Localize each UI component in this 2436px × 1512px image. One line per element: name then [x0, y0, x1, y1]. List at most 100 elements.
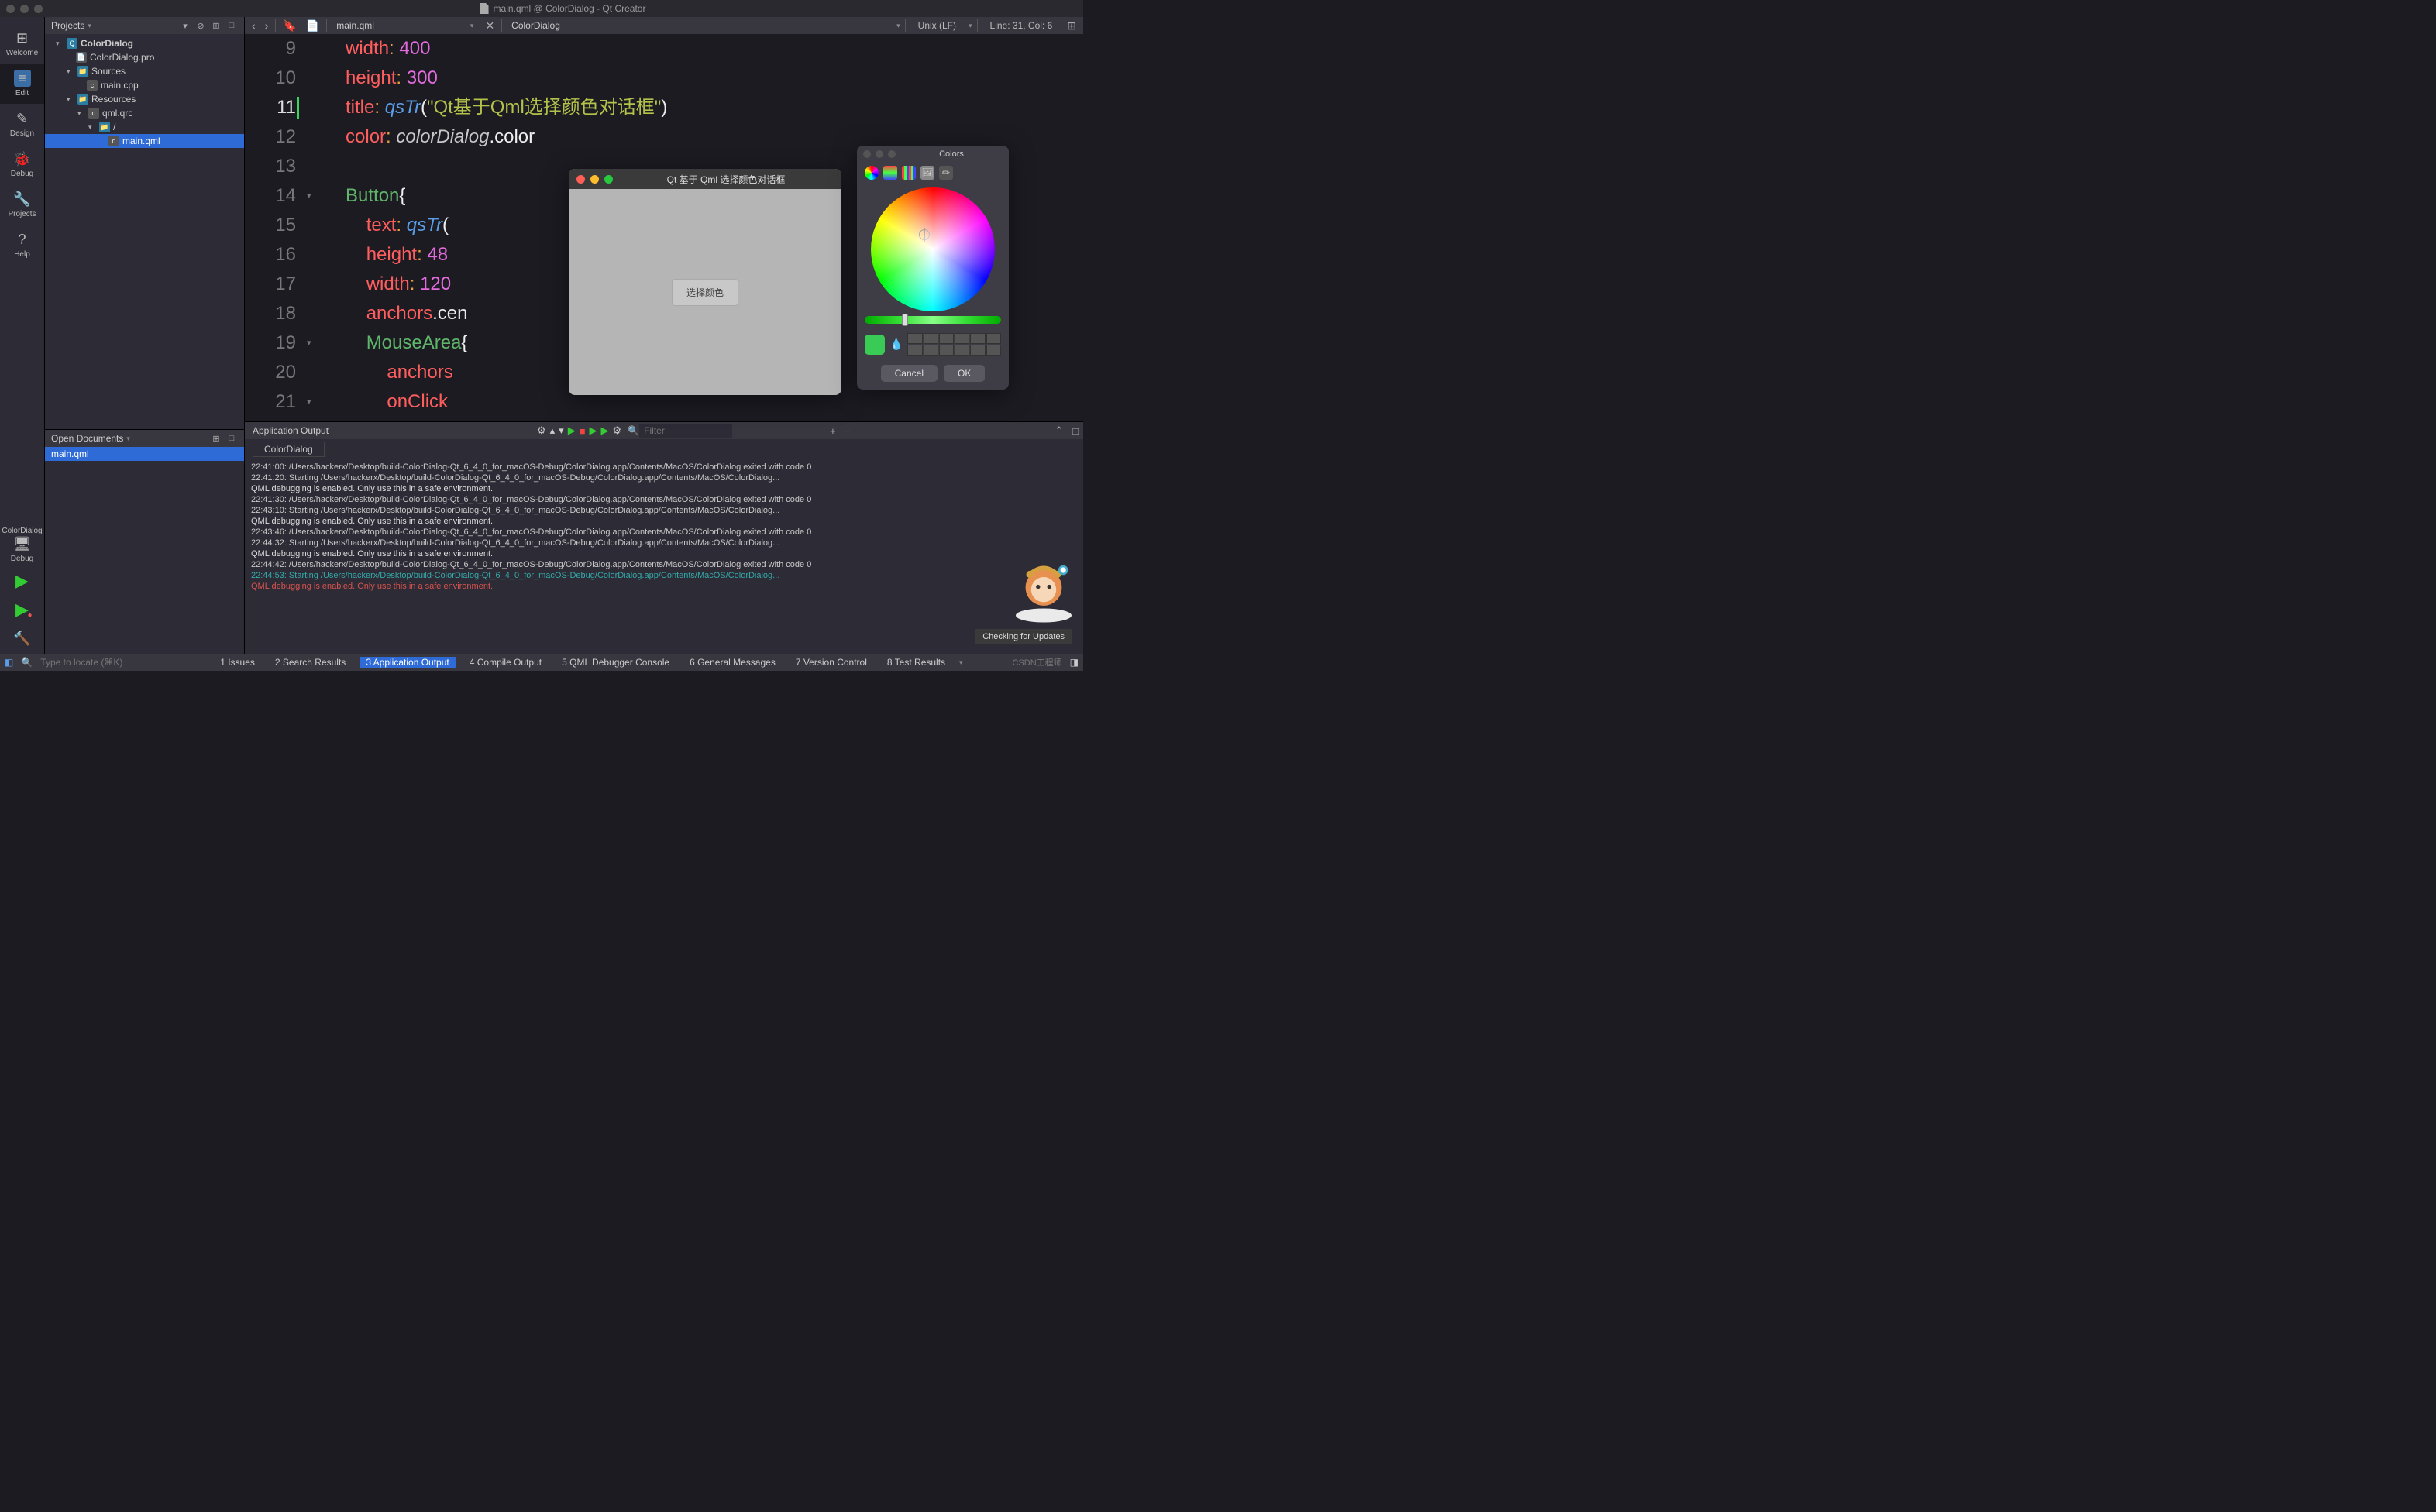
pencils-mode-icon[interactable]: ✏ [939, 166, 953, 180]
mode-design[interactable]: ✎Design [0, 104, 44, 144]
status-bar: ◧ 🔍 1 Issues 2 Search Results 3 Applicat… [0, 654, 1083, 671]
debug-run-button[interactable]: ▶● [0, 596, 44, 625]
status-tab-compile[interactable]: 4 Compile Output [463, 657, 548, 668]
close-output-icon[interactable]: □ [1068, 425, 1083, 437]
tree-slash[interactable]: ▾📁/ [45, 120, 244, 134]
brightness-slider[interactable] [865, 316, 1001, 324]
status-tab-tests[interactable]: 8 Test Results [881, 657, 951, 668]
status-tab-qml[interactable]: 5 QML Debugger Console [556, 657, 676, 668]
tree-mainqml[interactable]: qmain.qml [45, 134, 244, 148]
tree-sources[interactable]: ▾📁Sources [45, 64, 244, 78]
file-crumb[interactable]: main.qml▾ [332, 20, 478, 31]
close-icon[interactable]: □ [225, 432, 238, 445]
document-icon [480, 3, 489, 14]
output-filter[interactable] [639, 424, 732, 438]
sidebar-toggle-icon[interactable]: ◧ [5, 657, 13, 668]
symbol-crumb[interactable]: ColorDialog [507, 20, 565, 31]
mascot-icon [1009, 556, 1079, 626]
choose-color-button[interactable]: 选择颜色 [672, 279, 738, 306]
collapse-icon[interactable]: ⌃ [1050, 424, 1068, 437]
status-tab-general[interactable]: 6 General Messages [683, 657, 782, 668]
mode-edit[interactable]: ≡Edit [0, 64, 44, 104]
nav-back-icon[interactable]: ‹ [249, 19, 258, 32]
remove-output-icon[interactable]: − [841, 425, 856, 437]
wheel-mode-icon[interactable] [865, 166, 879, 180]
stop-icon[interactable]: ■ [580, 425, 586, 437]
zoom-icon[interactable] [604, 175, 613, 184]
close-file-icon[interactable]: ✕ [483, 19, 497, 33]
line-gutter: 910 1112 1314 1516 1718 1920 2122 [245, 34, 307, 438]
settings-icon[interactable]: ⚙ [537, 424, 546, 437]
fold-column[interactable]: ▾▾▾ [307, 34, 319, 438]
run-icon[interactable]: ▶ [568, 424, 576, 437]
color-wheel[interactable] [871, 187, 995, 311]
tree-qrc[interactable]: ▾qqml.qrc [45, 106, 244, 120]
status-tab-appout[interactable]: 3 Application Output [360, 657, 455, 668]
output-title: Application Output [245, 425, 336, 436]
projects-panel: Projects ▾ ▾ ⊘ ⊞ □ ▾QColorDialog 📄ColorD… [45, 17, 245, 446]
mode-debug[interactable]: 🐞Debug [0, 144, 44, 184]
sliders-mode-icon[interactable] [883, 166, 897, 180]
file-type-icon: 📄 [304, 19, 322, 33]
tree-maincpp[interactable]: cmain.cpp [45, 78, 244, 92]
line-ending[interactable]: Unix (LF) [910, 20, 964, 31]
minimize-icon[interactable] [590, 175, 599, 184]
panel-toggle-icon[interactable]: ◨ [1070, 657, 1079, 668]
up-icon[interactable]: ▴ [550, 424, 556, 437]
traffic-lights[interactable] [6, 5, 43, 13]
output-log[interactable]: 22:41:00: /Users/hackerx/Desktop/build-C… [245, 457, 1083, 654]
app-title: Qt 基于 Qml 选择颜色对话框 [618, 173, 834, 186]
color-picker-window[interactable]: Colors 🖼 ✏ 💧 Cancel OK [857, 146, 1009, 390]
cancel-button[interactable]: Cancel [881, 365, 938, 382]
open-docs-title: Open Documents [51, 433, 123, 444]
bookmark-icon[interactable]: 🔖 [280, 19, 298, 33]
status-tab-search[interactable]: 2 Search Results [269, 657, 352, 668]
status-tab-issues[interactable]: 1 Issues [214, 657, 261, 668]
nav-fwd-icon[interactable]: › [263, 19, 271, 32]
filter-icon[interactable]: ▾ [179, 19, 191, 32]
zoom-icon[interactable] [888, 150, 896, 158]
update-toast: Checking for Updates [975, 629, 1072, 644]
open-documents-panel: Open Documents ▾ ⊞ □ main.qml [45, 429, 245, 654]
add-output-icon[interactable]: + [825, 425, 841, 437]
locator-input[interactable] [40, 657, 164, 668]
output-pane: Application Output ⚙ ▴ ▾ ▶ ■ ▶ ▶ ⚙ 🔍 + −… [245, 421, 1083, 654]
mode-projects[interactable]: 🔧Projects [0, 184, 44, 225]
swatch-grid[interactable] [907, 333, 1001, 356]
add-icon[interactable]: ⊞ [210, 19, 222, 32]
open-doc-item[interactable]: main.qml [45, 447, 244, 461]
project-tree[interactable]: ▾QColorDialog 📄ColorDialog.pro ▾📁Sources… [45, 34, 244, 150]
split-editor-icon[interactable]: ⊞ [1065, 19, 1079, 33]
link-icon[interactable]: ⊘ [194, 19, 207, 32]
mode-help[interactable]: ?Help [0, 225, 44, 265]
palette-mode-icon[interactable] [902, 166, 916, 180]
split-icon[interactable]: ⊞ [210, 432, 222, 445]
eyedropper-icon[interactable]: 💧 [889, 338, 903, 351]
wheel-cursor-icon[interactable] [919, 229, 930, 240]
ok-button[interactable]: OK [944, 365, 985, 382]
close-icon[interactable] [863, 150, 871, 158]
minimize-icon[interactable] [876, 150, 883, 158]
status-tab-vcs[interactable]: 7 Version Control [790, 657, 873, 668]
image-mode-icon[interactable]: 🖼 [920, 166, 934, 180]
debug-attach-icon[interactable]: ▶ [601, 424, 609, 437]
mode-welcome[interactable]: ⊞Welcome [0, 23, 44, 64]
attach-icon[interactable]: ▶ [590, 424, 597, 437]
close-icon[interactable] [576, 175, 585, 184]
kit-selector[interactable]: ColorDialog🖥Debug [0, 522, 44, 568]
down-icon[interactable]: ▾ [559, 424, 564, 437]
watermark: CSDN工程师 [1013, 656, 1062, 668]
build-button[interactable]: 🔨 [0, 625, 44, 654]
gear-icon[interactable]: ⚙ [613, 424, 622, 437]
run-button[interactable]: ▶ [0, 568, 44, 596]
running-app-window[interactable]: Qt 基于 Qml 选择颜色对话框 选择颜色 [569, 169, 841, 395]
tree-resources[interactable]: ▾📁Resources [45, 92, 244, 106]
output-tab[interactable]: ColorDialog [253, 442, 325, 457]
window-title: main.qml @ ColorDialog - Qt Creator [494, 3, 646, 14]
mode-rail: ⊞Welcome ≡Edit ✎Design 🐞Debug 🔧Projects … [0, 17, 45, 654]
current-color-swatch [865, 335, 885, 355]
tree-pro-file[interactable]: 📄ColorDialog.pro [45, 50, 244, 64]
tree-project[interactable]: ▾QColorDialog [45, 36, 244, 50]
cursor-pos[interactable]: Line: 31, Col: 6 [982, 20, 1061, 31]
split-icon[interactable]: □ [225, 19, 238, 32]
